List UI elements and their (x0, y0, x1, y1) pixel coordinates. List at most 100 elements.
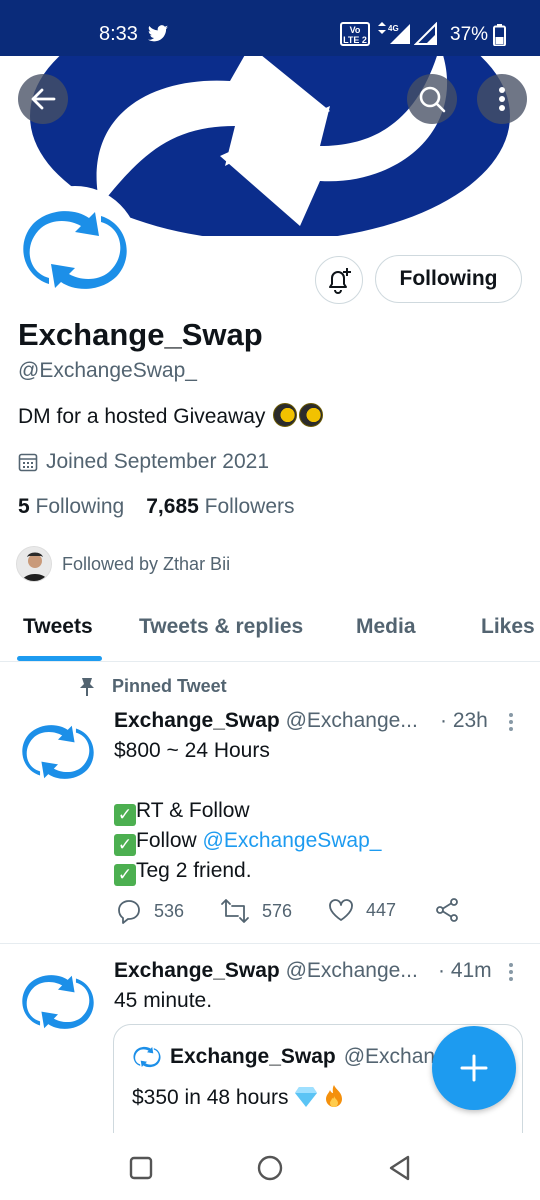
tweet-author-handle: @Exchange... (285, 709, 418, 732)
quote-text: $350 in 48 hours (132, 1086, 289, 1109)
profile-tabs: Tweets Tweets & replies Media Likes (0, 600, 540, 662)
reply-count: 536 (154, 900, 185, 921)
quote-header: Exchange_Swap @Exchan (132, 1045, 435, 1069)
notifications-button[interactable] (315, 256, 363, 304)
svg-text:4G: 4G (388, 24, 399, 33)
following-stat[interactable]: 5 Following (18, 495, 124, 518)
joined-date: Joined September 2021 (18, 449, 269, 475)
quote-author-name: Exchange_Swap (170, 1045, 336, 1068)
following-count: 5 (18, 495, 30, 518)
home-button[interactable] (255, 1153, 285, 1183)
followed-by-text: Followed by Zthar Bii (62, 553, 231, 574)
profile-avatar[interactable] (11, 186, 139, 314)
triangle-back-icon (389, 1155, 410, 1181)
retweet-icon (221, 899, 249, 923)
reply-button[interactable]: 536 (116, 898, 184, 924)
exchange-swap-logo-icon (23, 211, 127, 289)
tab-tweets-replies[interactable]: Tweets & replies (139, 614, 303, 640)
fire-icon (326, 1085, 343, 1107)
quote-author-handle: @Exchan (343, 1045, 436, 1068)
android-nav-bar (0, 1133, 540, 1200)
tweet-line: ✓ Follow @ExchangeSwap_ (114, 826, 381, 856)
tweet-line-text: Follow (136, 829, 203, 852)
following-label: Following (35, 495, 125, 518)
share-button[interactable] (434, 898, 460, 922)
back-nav-button[interactable] (385, 1153, 415, 1183)
retweet-count: 576 (262, 900, 293, 921)
tweet-avatar[interactable] (16, 710, 100, 794)
tweet-more-icon[interactable] (508, 962, 514, 982)
tweet-author-handle: @Exchange... (285, 959, 418, 982)
arrow-left-icon (31, 88, 56, 110)
exchange-swap-logo-icon (22, 975, 94, 1029)
gem-icon (295, 1087, 318, 1107)
followers-count: 7,685 (146, 495, 199, 518)
exchange-swap-logo-icon (133, 1046, 161, 1068)
compose-tweet-button[interactable] (432, 1026, 516, 1110)
signal-4g-icon: 4G (378, 22, 410, 44)
mention-link[interactable]: @ExchangeSwap_ (203, 829, 382, 852)
heart-icon (329, 899, 353, 921)
search-button[interactable] (407, 74, 457, 124)
reply-icon (118, 900, 140, 924)
more-options-button[interactable] (477, 74, 527, 124)
square-icon (129, 1156, 153, 1180)
joined-text: Joined September 2021 (46, 450, 269, 473)
volte-icon: Vo LTE 2 (340, 22, 370, 46)
like-count: 447 (366, 899, 397, 920)
moon-emoji-icon (273, 403, 298, 427)
bell-plus-icon (329, 268, 351, 294)
tweet-more-icon[interactable] (508, 712, 514, 732)
follower-avatar (16, 546, 52, 582)
moon-emoji-icon (299, 403, 324, 427)
exchange-swap-logo-icon (22, 725, 94, 779)
tweet-divider (0, 943, 540, 944)
tweet-line: ✓ RT & Follow (114, 796, 381, 826)
search-icon (419, 86, 446, 113)
tweet-body: 45 minute. (114, 989, 213, 1012)
person-photo-icon (17, 547, 51, 581)
check-mark-icon: ✓ (114, 834, 136, 856)
tweet-line: $800 ~ 24 Hours (114, 739, 270, 762)
profile-handle: @ExchangeSwap_ (18, 359, 197, 382)
plus-icon (460, 1054, 488, 1082)
following-button[interactable]: Following (375, 255, 522, 303)
tab-tweets[interactable]: Tweets (23, 614, 93, 640)
followed-by[interactable]: Followed by Zthar Bii (16, 546, 230, 582)
check-mark-icon: ✓ (114, 804, 136, 826)
followers-label: Followers (204, 495, 295, 518)
calendar-icon (18, 453, 38, 472)
twitter-bird-icon (147, 25, 169, 42)
tweet-author-name: Exchange_Swap (114, 709, 280, 732)
follow-stats: 5 Following 7,685 Followers (18, 494, 295, 520)
bio-text: DM for a hosted Giveaway (18, 405, 266, 428)
pin-icon (80, 677, 94, 696)
tweet-line-text: RT & Follow (136, 799, 250, 822)
tweet-avatar[interactable] (16, 960, 100, 1044)
tab-media[interactable]: Media (356, 614, 416, 640)
status-time: 8:33 (99, 23, 138, 45)
followers-stat[interactable]: 7,685 Followers (146, 495, 294, 518)
like-button[interactable]: 447 (328, 898, 396, 922)
tweet-line-text: Teg 2 friend. (136, 859, 252, 882)
back-button[interactable] (18, 74, 68, 124)
active-tab-indicator (17, 656, 102, 661)
tweet-header[interactable]: Exchange_Swap @Exchange... (114, 958, 418, 984)
battery-percent: 37% (450, 24, 489, 45)
tweet-line: ✓ Teg 2 friend. (114, 856, 381, 886)
retweet-button[interactable]: 576 (220, 898, 292, 924)
share-icon (436, 898, 458, 922)
pinned-label: Pinned Tweet (78, 676, 227, 697)
tweet-header[interactable]: Exchange_Swap @Exchange... (114, 708, 418, 734)
tweet-time: · 41m (438, 959, 492, 982)
quote-body: $350 in 48 hours (132, 1083, 344, 1113)
profile-name: Exchange_Swap (18, 317, 263, 352)
pinned-text: Pinned Tweet (112, 676, 227, 696)
recents-button[interactable] (126, 1153, 156, 1183)
tab-likes[interactable]: Likes (481, 614, 535, 640)
signal-icon (414, 22, 437, 45)
circle-icon (257, 1155, 283, 1181)
tweet-author-name: Exchange_Swap (114, 959, 280, 982)
status-bar: 8:33 Vo LTE 2 4G 37% (0, 0, 540, 56)
tweet-time: · 23h (440, 709, 488, 732)
